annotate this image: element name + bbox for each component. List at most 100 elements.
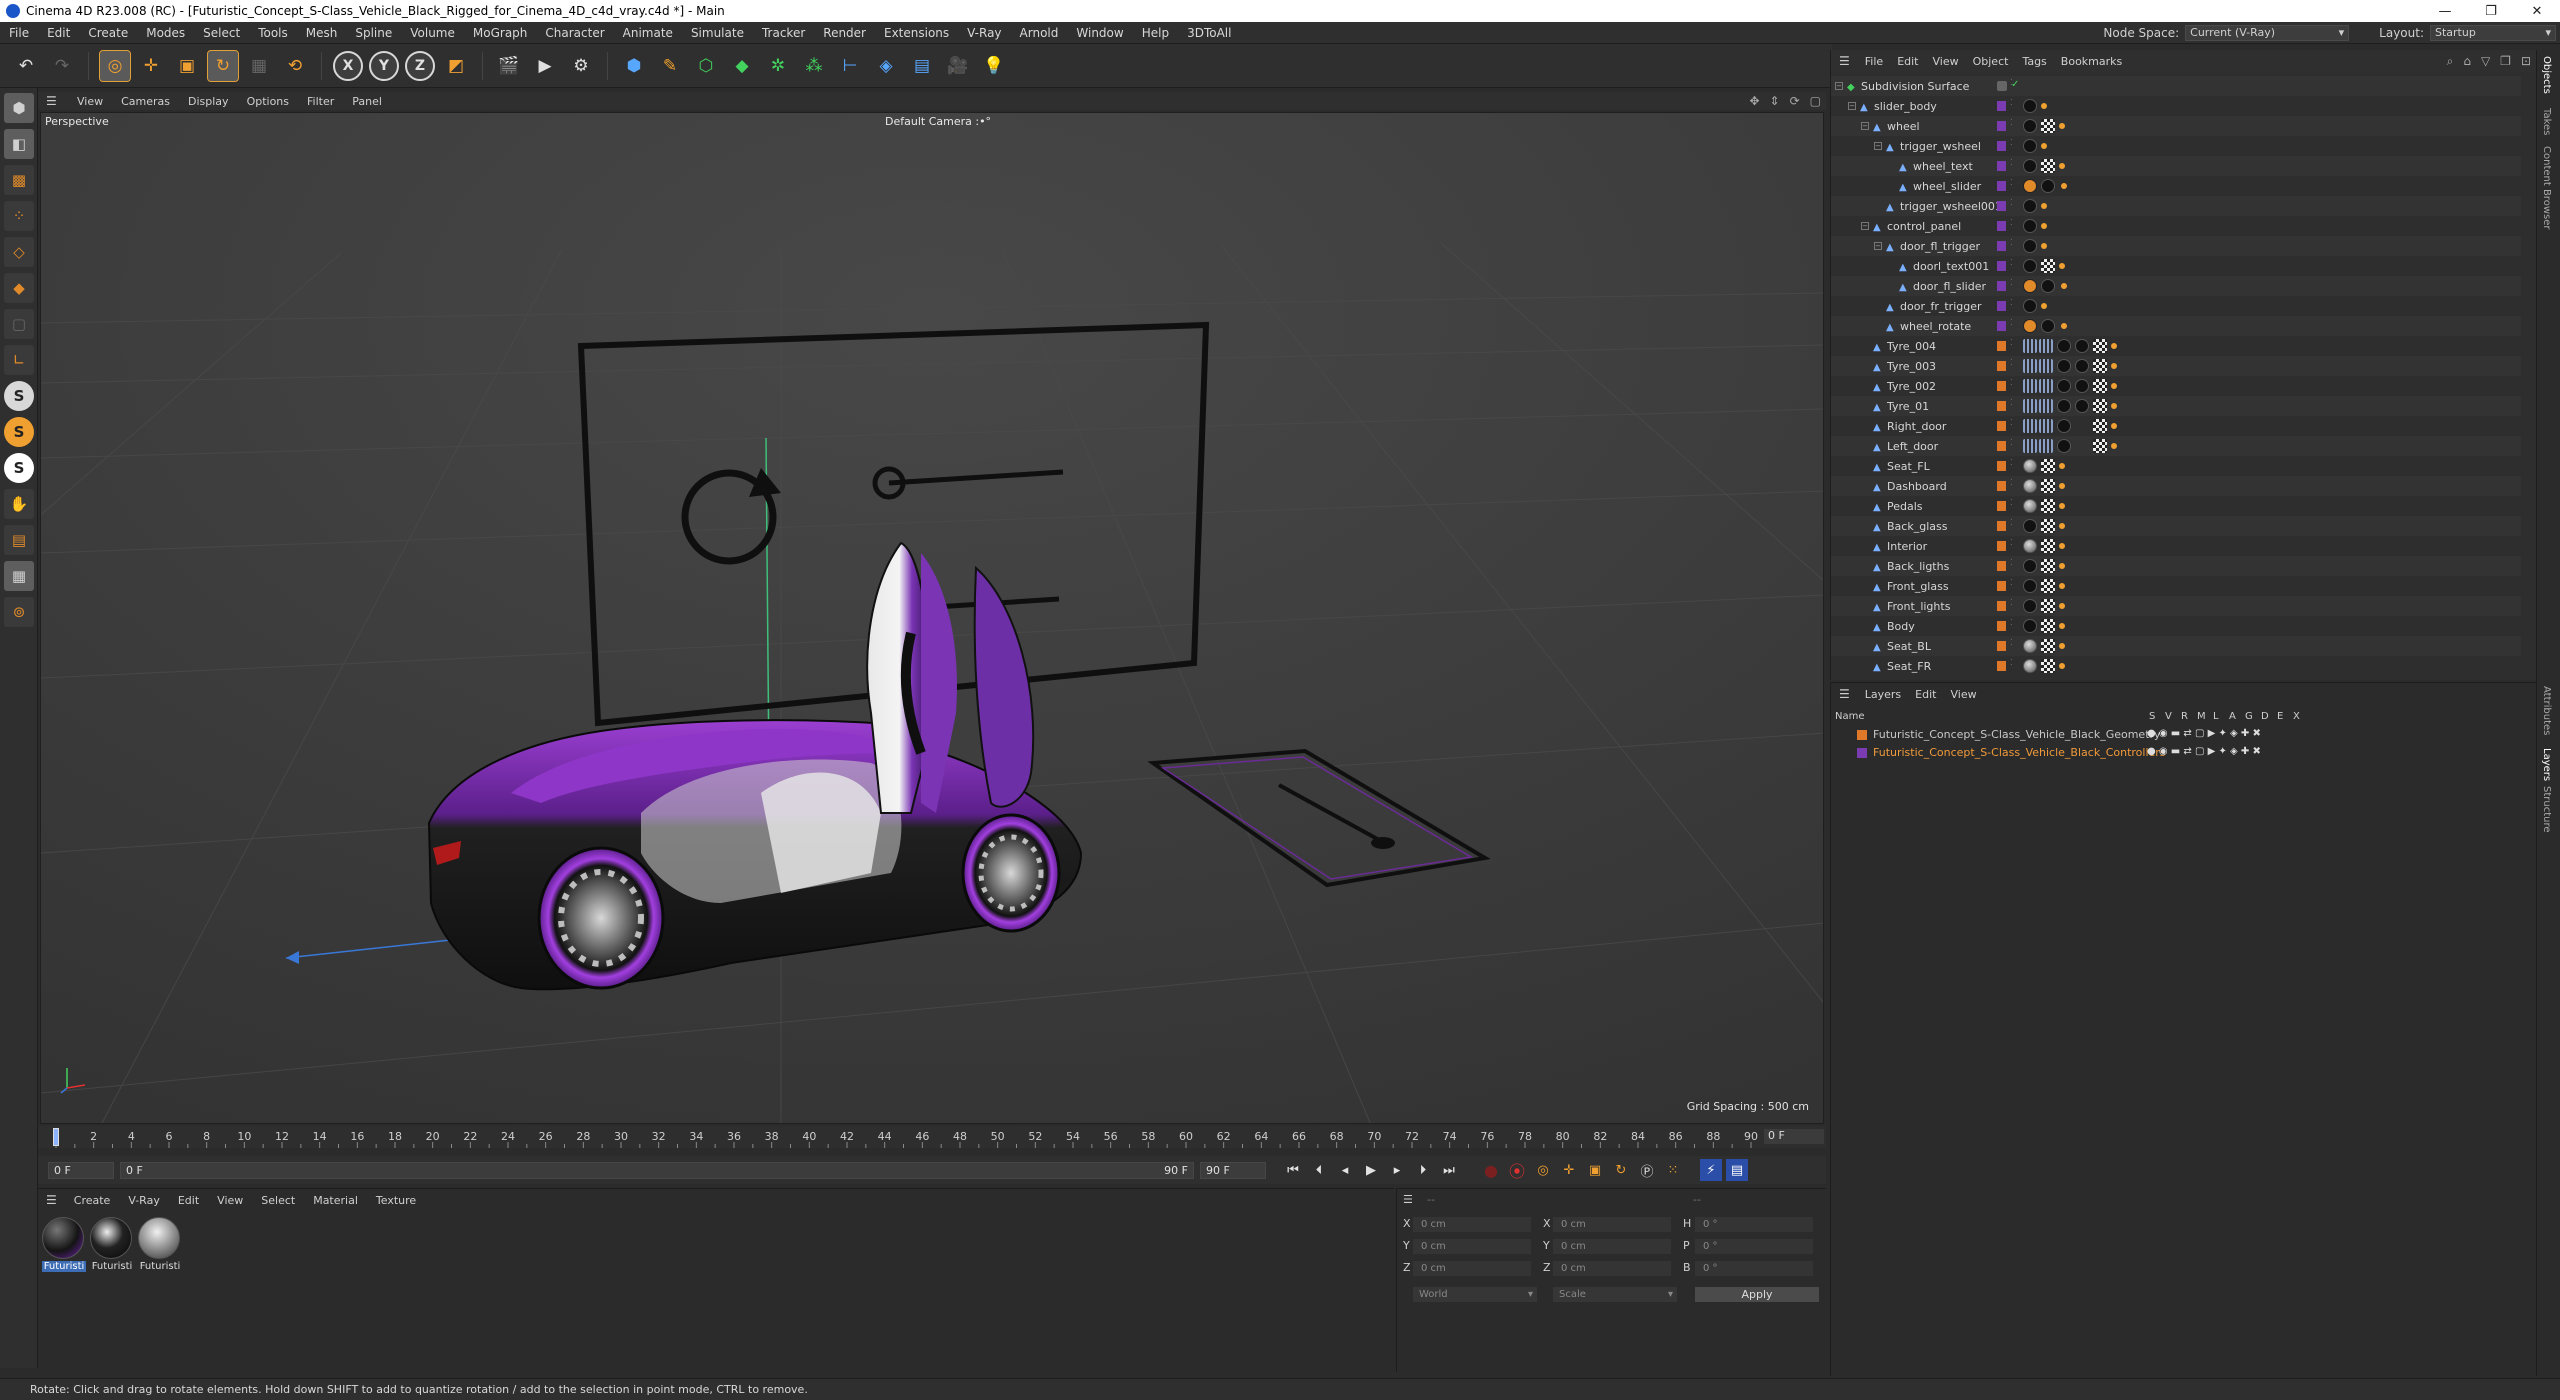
menu-modes[interactable]: Modes bbox=[137, 26, 194, 40]
material-menu-create[interactable]: Create bbox=[65, 1194, 120, 1207]
visibility-toggle-icon[interactable]: ⁚ bbox=[2010, 399, 2016, 413]
selection-tag-icon[interactable] bbox=[2023, 359, 2037, 373]
layer-row-geometry[interactable]: Futuristic_Concept_S-Class_Vehicle_Black… bbox=[1835, 727, 2525, 743]
phong-tag-icon[interactable] bbox=[2059, 663, 2065, 669]
expand-toggle-icon[interactable]: − bbox=[1861, 222, 1869, 230]
phong-tag-icon[interactable] bbox=[2111, 383, 2117, 389]
layer-color-swatch[interactable] bbox=[1997, 521, 2006, 531]
visibility-toggle-icon[interactable]: ⁚ bbox=[2010, 119, 2016, 133]
object-row[interactable]: ▲ Tyre_004 ⁚ bbox=[1831, 336, 2521, 356]
layer-color-swatch[interactable] bbox=[1997, 161, 2006, 171]
object-row[interactable]: − ▲ trigger_wsheel ⁚ bbox=[1831, 136, 2521, 156]
phong-tag-icon[interactable] bbox=[2041, 243, 2047, 249]
extrude-generator-icon[interactable]: ◆ bbox=[727, 51, 757, 81]
om-menu-bookmarks[interactable]: Bookmarks bbox=[2054, 55, 2129, 68]
playhead[interactable] bbox=[53, 1128, 59, 1146]
material-swatch[interactable]: Futuristi bbox=[42, 1217, 86, 1272]
om-menu-view[interactable]: View bbox=[1926, 55, 1966, 68]
phong-tag-icon[interactable] bbox=[2061, 323, 2067, 329]
uvw-tag-icon[interactable] bbox=[2041, 259, 2055, 273]
material-tag-icon[interactable] bbox=[2023, 219, 2037, 233]
object-row[interactable]: ▲ Tyre_01 ⁚ bbox=[1831, 396, 2521, 416]
previous-frame-icon[interactable]: ◂ bbox=[1334, 1159, 1356, 1181]
hamburger-icon[interactable]: ☰ bbox=[1839, 687, 1850, 701]
visibility-toggle-icon[interactable]: ⁚ bbox=[2010, 139, 2016, 153]
object-row[interactable]: ▲ Left_door ⁚ bbox=[1831, 436, 2521, 456]
layer-color-swatch[interactable] bbox=[1997, 401, 2006, 411]
visibility-toggle-icon[interactable]: ⁚ bbox=[2010, 99, 2016, 113]
om-menu-edit[interactable]: Edit bbox=[1890, 55, 1925, 68]
material-tag-icon[interactable] bbox=[2057, 339, 2071, 353]
floor-grid-icon[interactable]: ▤ bbox=[4, 525, 34, 555]
om-menu-file[interactable]: File bbox=[1858, 55, 1890, 68]
scale-icon[interactable]: ▣ bbox=[172, 51, 202, 81]
move-view-icon[interactable]: ✥ bbox=[1749, 94, 1759, 108]
check-icon[interactable]: ✓ bbox=[2011, 79, 2025, 93]
material-tag-icon[interactable] bbox=[2023, 299, 2037, 313]
size-y-field[interactable]: 0 cm bbox=[1553, 1239, 1671, 1254]
layer-row-controllers[interactable]: Futuristic_Concept_S-Class_Vehicle_Black… bbox=[1835, 745, 2525, 761]
viewport-menu-view[interactable]: View bbox=[68, 95, 112, 108]
material-tag-icon[interactable] bbox=[2057, 359, 2071, 373]
om-menu-tags[interactable]: Tags bbox=[2015, 55, 2053, 68]
material-menu-vray[interactable]: V-Ray bbox=[119, 1194, 169, 1207]
hamburger-icon[interactable]: ☰ bbox=[46, 94, 60, 108]
selection-tag-icon[interactable] bbox=[2039, 359, 2053, 373]
next-key-icon[interactable]: ⏵ bbox=[1412, 1159, 1434, 1181]
layer-color-swatch[interactable] bbox=[1997, 281, 2006, 291]
previous-key-icon[interactable]: ⏴ bbox=[1308, 1159, 1330, 1181]
material-tag-icon[interactable] bbox=[2023, 519, 2037, 533]
material-tag-icon[interactable] bbox=[2075, 339, 2089, 353]
close-button[interactable]: ✕ bbox=[2514, 0, 2560, 22]
rot-b-field[interactable]: 0 ° bbox=[1695, 1261, 1813, 1276]
object-row[interactable]: ▲ Right_door ⁚ bbox=[1831, 416, 2521, 436]
material-tag-icon[interactable] bbox=[2023, 659, 2037, 673]
visibility-toggle-icon[interactable]: ⁚ bbox=[2010, 319, 2016, 333]
visibility-toggle-icon[interactable]: ⁚ bbox=[2010, 519, 2016, 533]
uvw-tag-icon[interactable] bbox=[2093, 339, 2107, 353]
pen-spline-icon[interactable]: ✎ bbox=[655, 51, 685, 81]
tab-takes[interactable]: Takes bbox=[2541, 108, 2552, 135]
layout-dropdown[interactable]: Startup ▾ bbox=[2430, 24, 2556, 41]
material-tag-icon[interactable] bbox=[2023, 639, 2037, 653]
material-menu-select[interactable]: Select bbox=[252, 1194, 304, 1207]
menu-simulate[interactable]: Simulate bbox=[682, 26, 753, 40]
start-frame-field[interactable]: 0 F bbox=[48, 1161, 114, 1179]
tab-attributes[interactable]: Attributes bbox=[2541, 686, 2552, 735]
visibility-toggle-icon[interactable]: ⁚ bbox=[2010, 339, 2016, 353]
viewport-solo-icon[interactable]: ▦ bbox=[4, 561, 34, 591]
render-to-picture-viewer-icon[interactable]: ▶ bbox=[530, 51, 560, 81]
xpresso-tag-icon[interactable] bbox=[2023, 179, 2037, 193]
menu-edit[interactable]: Edit bbox=[38, 26, 79, 40]
material-tag-icon[interactable] bbox=[2023, 599, 2037, 613]
floor-icon[interactable]: ▤ bbox=[907, 51, 937, 81]
phong-tag-icon[interactable] bbox=[2059, 643, 2065, 649]
object-row[interactable]: − ▲ door_fl_trigger ⁚ bbox=[1831, 236, 2521, 256]
selection-tag-icon[interactable] bbox=[2039, 419, 2053, 433]
home-icon[interactable]: ⌂ bbox=[2463, 54, 2471, 68]
cube-icon[interactable]: ⬢ bbox=[619, 51, 649, 81]
object-row[interactable]: ▲ Pedals ⁚ bbox=[1831, 496, 2521, 516]
object-row[interactable]: − ▲ wheel ⁚ bbox=[1831, 116, 2521, 136]
layer-color-swatch[interactable] bbox=[1857, 748, 1867, 758]
go-to-end-icon[interactable]: ⏭ bbox=[1438, 1159, 1460, 1181]
layer-color-swatch[interactable] bbox=[1997, 241, 2006, 251]
position-key-icon[interactable]: ✛ bbox=[1558, 1159, 1580, 1181]
maximize-button[interactable]: ❐ bbox=[2468, 0, 2514, 22]
uvw-tag-icon[interactable] bbox=[2093, 439, 2107, 453]
phong-tag-icon[interactable] bbox=[2041, 103, 2047, 109]
apply-button[interactable]: Apply bbox=[1695, 1287, 1819, 1302]
layer-color-swatch[interactable] bbox=[1997, 201, 2006, 211]
menu-select[interactable]: Select bbox=[194, 26, 249, 40]
layer-color-swatch[interactable] bbox=[1997, 441, 2006, 451]
snap-settings-icon[interactable]: S bbox=[4, 417, 34, 447]
menu-extensions[interactable]: Extensions bbox=[875, 26, 958, 40]
layer-color-swatch[interactable] bbox=[1997, 621, 2006, 631]
visibility-toggle-icon[interactable]: ⁚ bbox=[2010, 439, 2016, 453]
phong-tag-icon[interactable] bbox=[2041, 203, 2047, 209]
material-tag-icon[interactable] bbox=[2023, 479, 2037, 493]
hamburger-icon[interactable]: ☰ bbox=[1839, 54, 1850, 68]
new-window-icon[interactable]: ❐ bbox=[2500, 54, 2511, 68]
subdivision-icon[interactable]: ⬡ bbox=[691, 51, 721, 81]
viewport-menu-options[interactable]: Options bbox=[238, 95, 298, 108]
